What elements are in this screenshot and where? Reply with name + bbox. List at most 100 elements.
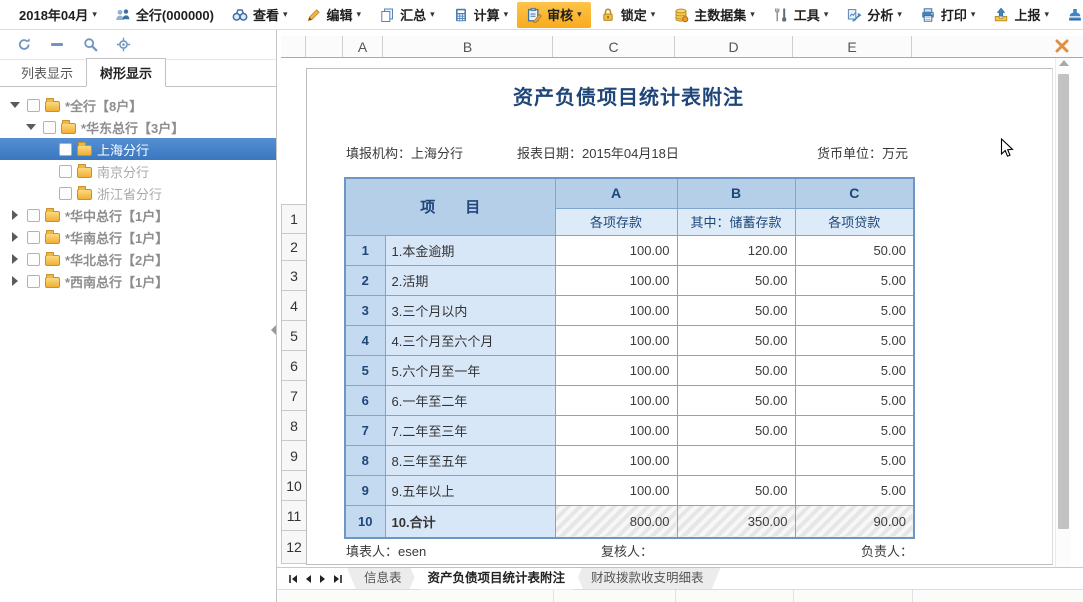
sub-header-cell[interactable]: 各项存款 [555,208,677,235]
value-cell[interactable]: 100.00 [555,265,677,295]
toolbar-lock-button[interactable]: 锁定▾ [591,2,665,28]
value-cell[interactable]: 5.00 [795,265,914,295]
vertical-scrollbar[interactable] [1055,58,1071,567]
sub-header-cell[interactable]: 各项贷款 [795,208,914,235]
tree-node-0[interactable]: *全行【8户】 [0,94,276,116]
toolbar-approve-button[interactable]: 审批▾ [1058,2,1083,28]
tree-checkbox[interactable] [59,165,72,178]
row-name-cell[interactable]: 5.六个月至一年 [385,355,555,385]
col-letter-cell-B[interactable]: B [677,178,795,208]
row-name-cell[interactable]: 9.五年以上 [385,475,555,505]
toolbar-print-button[interactable]: 打印▾ [911,2,985,28]
row-header-12[interactable]: 12 [281,531,307,564]
row-header-2[interactable]: 2 [281,234,307,261]
prev-sheet-icon[interactable] [300,572,315,586]
row-header-11[interactable]: 11 [281,501,307,531]
row-name-cell[interactable]: 1.本金逾期 [385,235,555,265]
col-letter-cell-A[interactable]: A [555,178,677,208]
value-cell[interactable]: 50.00 [677,325,795,355]
toolbar-org-button[interactable]: 全行(000000) [106,2,223,28]
row-header-8[interactable]: 8 [281,411,307,441]
column-header-B[interactable]: B [383,36,553,57]
value-cell[interactable]: 50.00 [677,265,795,295]
value-cell[interactable]: 100.00 [555,475,677,505]
tree-checkbox[interactable] [27,253,40,266]
value-cell[interactable]: 100.00 [555,415,677,445]
value-cell[interactable]: 50.00 [795,235,914,265]
expand-node-icon[interactable] [8,232,22,242]
value-cell[interactable]: 50.00 [677,355,795,385]
tree-node-4[interactable]: 浙江省分行 [0,182,276,204]
column-header-E[interactable]: E [793,36,912,57]
toolbar-analyze-button[interactable]: 分析▾ [837,2,911,28]
tree-checkbox[interactable] [27,231,40,244]
value-cell[interactable]: 100.00 [555,235,677,265]
tree-node-6[interactable]: *华南总行【1户】 [0,226,276,248]
value-cell[interactable]: 100.00 [555,355,677,385]
row-header-6[interactable]: 6 [281,351,307,381]
value-cell[interactable]: 5.00 [795,295,914,325]
column-header-D[interactable]: D [675,36,793,57]
value-cell[interactable]: 50.00 [677,475,795,505]
tree-checkbox[interactable] [59,143,72,156]
tree-checkbox[interactable] [27,209,40,222]
next-sheet-icon[interactable] [315,572,330,586]
scroll-up-icon[interactable] [1059,60,1069,66]
toolbar-master-dataset-button[interactable]: 主数据集▾ [664,2,764,28]
toolbar-view-button[interactable]: 查看▾ [223,2,297,28]
value-cell[interactable]: 100.00 [555,325,677,355]
tree-checkbox[interactable] [27,99,40,112]
row-name-cell[interactable]: 3.三个月以内 [385,295,555,325]
tree-node-5[interactable]: *华中总行【1户】 [0,204,276,226]
toolbar-calculate-button[interactable]: 计算▾ [444,2,518,28]
search-icon[interactable] [82,37,98,53]
sheet-tab-0[interactable]: 信息表 [347,568,419,590]
row-index-cell[interactable]: 7 [345,415,385,445]
minus-icon[interactable] [49,37,65,53]
collapse-node-icon[interactable] [8,102,22,108]
value-cell[interactable]: 5.00 [795,445,914,475]
row-name-cell[interactable]: 4.三个月至六个月 [385,325,555,355]
row-index-cell[interactable]: 3 [345,295,385,325]
value-cell[interactable]: 100.00 [555,385,677,415]
last-sheet-icon[interactable] [330,572,345,586]
row-name-cell[interactable]: 6.一年至二年 [385,385,555,415]
sheet-tab-1[interactable]: 资产负债项目统计表附注 [411,568,583,590]
locate-icon[interactable] [115,37,131,53]
sub-header-cell[interactable]: 其中：储蓄存款 [677,208,795,235]
value-cell[interactable]: 100.00 [555,295,677,325]
row-name-cell[interactable]: 7.二年至三年 [385,415,555,445]
value-cell[interactable] [677,445,795,475]
tree-node-7[interactable]: *华北总行【2户】 [0,248,276,270]
value-cell[interactable]: 90.00 [795,505,914,538]
tree-node-2[interactable]: 上海分行 [0,138,276,160]
row-index-cell[interactable]: 8 [345,445,385,475]
row-index-cell[interactable]: 1 [345,235,385,265]
value-cell[interactable]: 5.00 [795,415,914,445]
tree-node-1[interactable]: *华东总行【3户】 [0,116,276,138]
expand-node-icon[interactable] [8,210,22,220]
value-cell[interactable]: 100.00 [555,445,677,475]
scrollbar-thumb[interactable] [1058,74,1069,529]
col-letter-cell-C[interactable]: C [795,178,914,208]
tree-node-8[interactable]: *西南总行【1户】 [0,270,276,292]
tab-tree-display[interactable]: 树形显示 [86,58,166,87]
refresh-icon[interactable] [16,37,32,53]
value-cell[interactable]: 50.00 [677,295,795,325]
sheet-tab-2[interactable]: 财政拨款收支明细表 [574,568,721,590]
toolbar-period-button[interactable]: 2018年04月▾ [10,2,106,28]
toolbar-summarize-button[interactable]: 汇总▾ [370,2,444,28]
tree-checkbox[interactable] [43,121,56,134]
value-cell[interactable]: 350.00 [677,505,795,538]
sidebar-collapse-handle[interactable] [269,308,277,352]
row-header-1[interactable]: 1 [281,204,307,234]
value-cell[interactable]: 5.00 [795,475,914,505]
row-header-3[interactable]: 3 [281,261,307,291]
tree-checkbox[interactable] [59,187,72,200]
value-cell[interactable]: 120.00 [677,235,795,265]
expand-node-icon[interactable] [8,276,22,286]
row-index-cell[interactable]: 5 [345,355,385,385]
row-index-cell[interactable]: 10 [345,505,385,538]
value-cell[interactable]: 5.00 [795,355,914,385]
toolbar-tools-button[interactable]: 工具▾ [764,2,838,28]
